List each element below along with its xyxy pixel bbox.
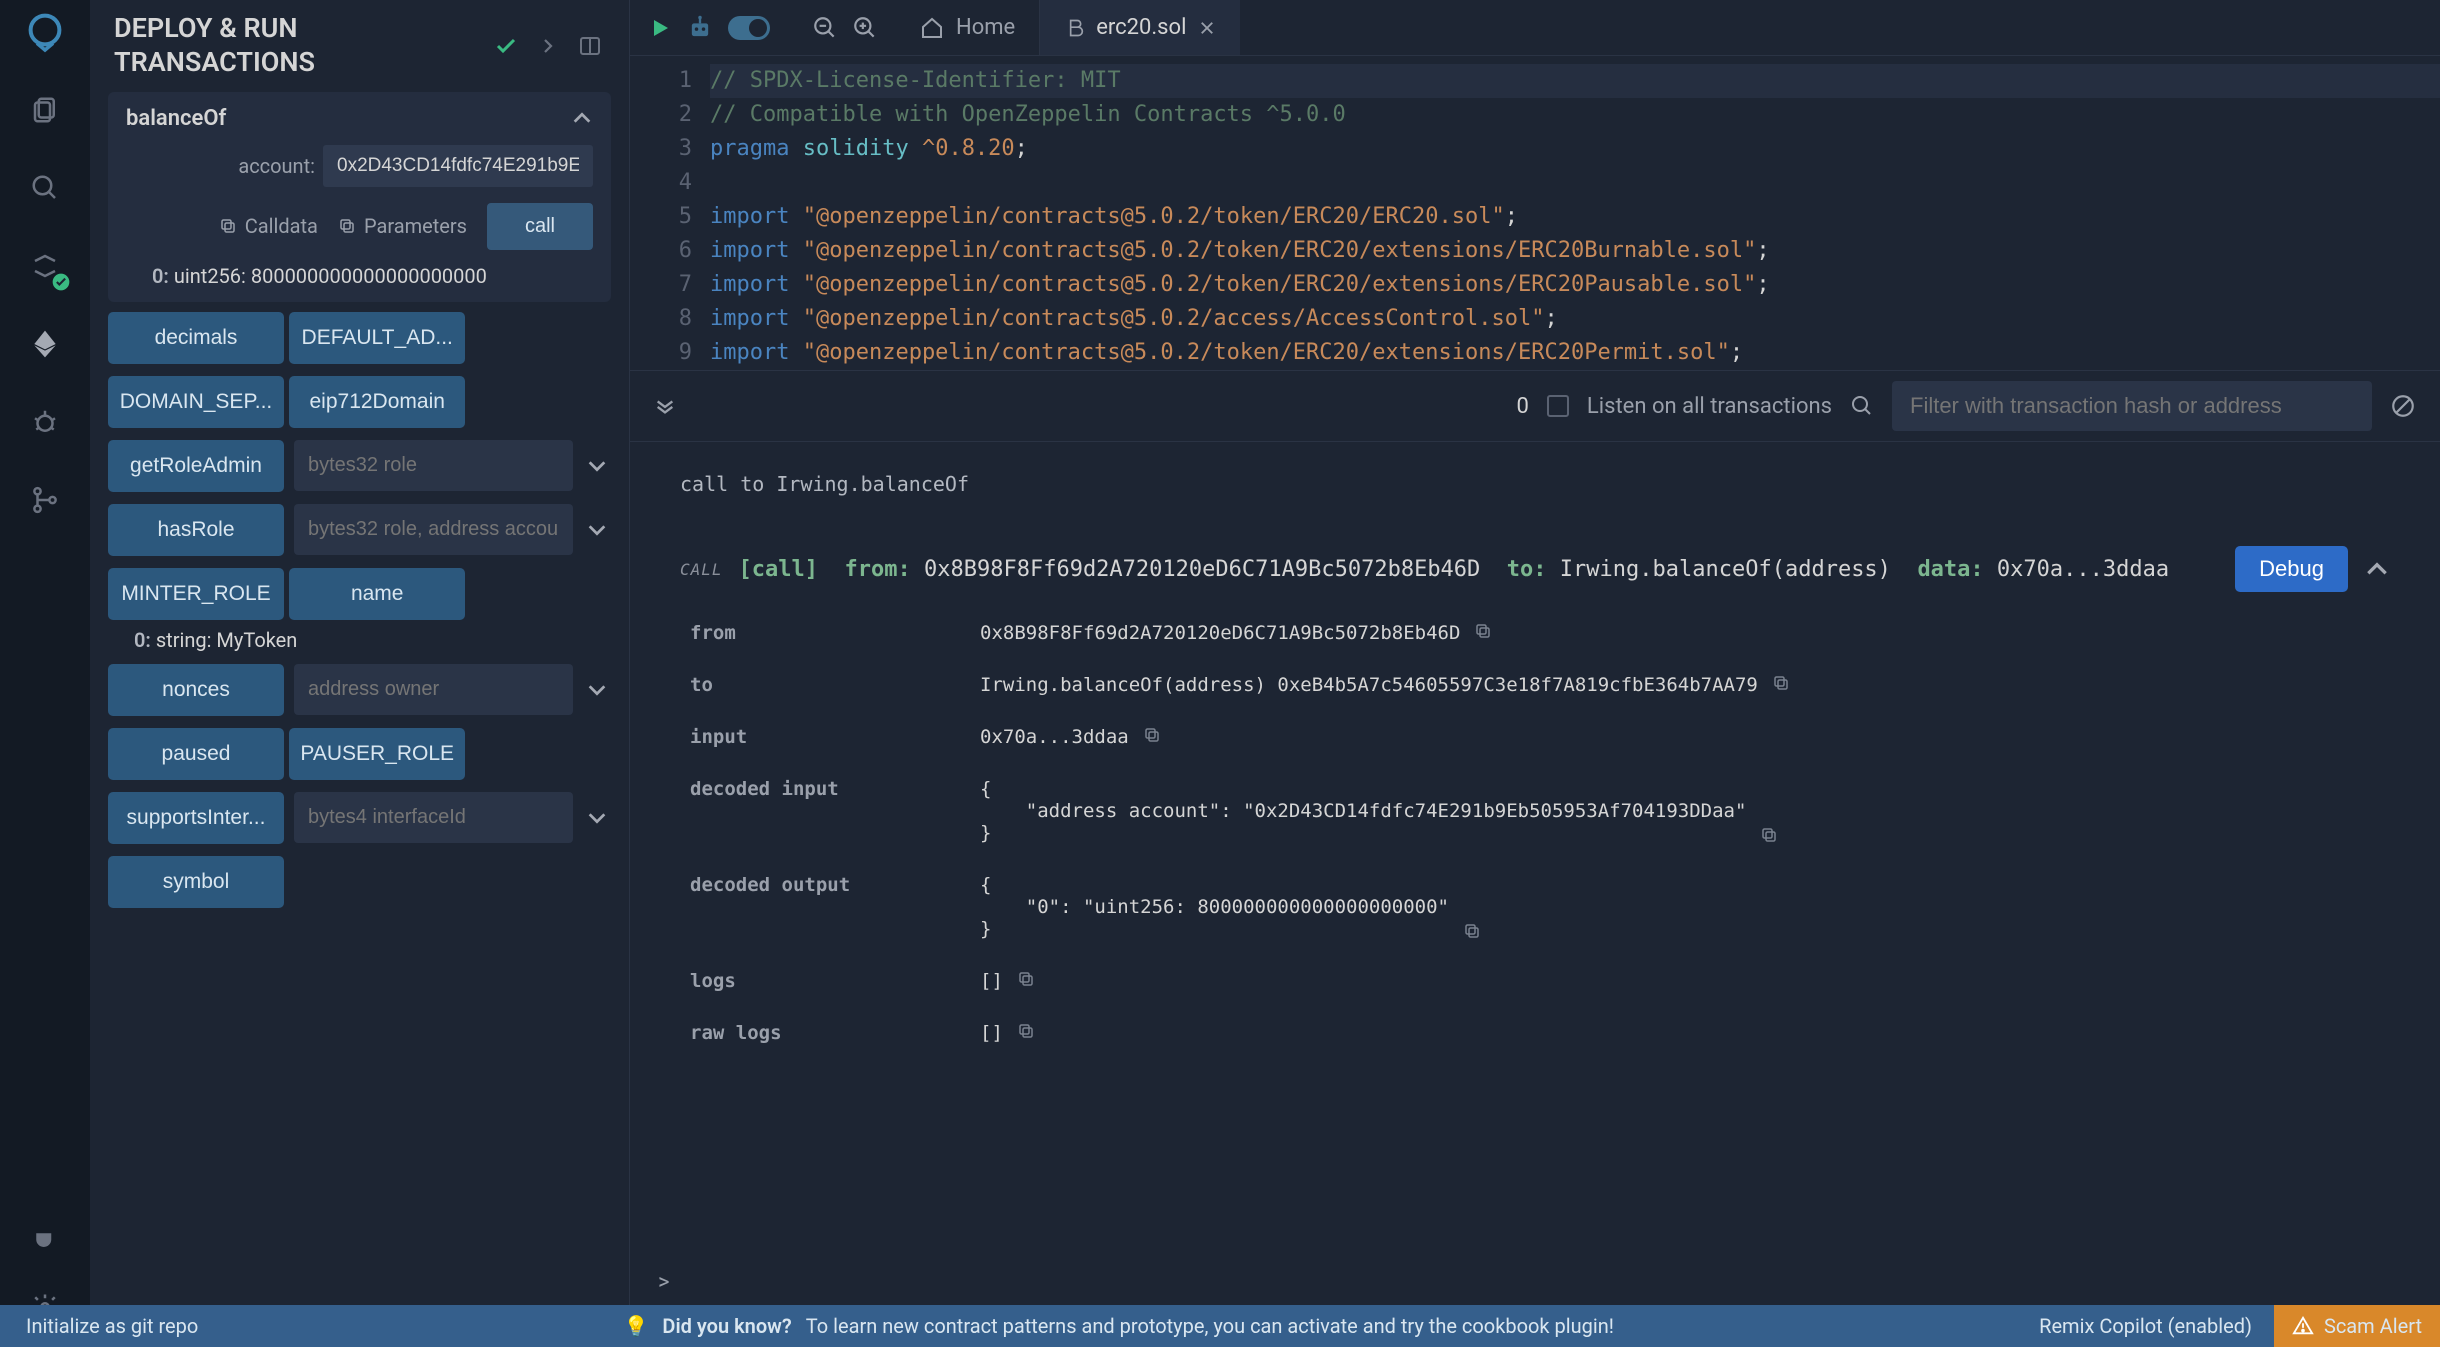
terminal-body[interactable]: call to Irwing.balanceOf CALL [call] fro…: [630, 442, 2440, 1270]
tx-collapse-icon[interactable]: [2364, 556, 2390, 582]
files-icon[interactable]: [25, 90, 65, 130]
editor-toolbar: Home erc20.sol: [630, 0, 2440, 56]
tx-details: from0x8B98F8Ff69d2A720120eD6C71A9Bc5072b…: [690, 622, 2390, 1044]
tab-home[interactable]: Home: [896, 0, 1040, 55]
fn-default-admin[interactable]: DEFAULT_AD...: [289, 312, 465, 364]
terminal-search-icon[interactable]: [1850, 394, 1874, 418]
fn-pauser-role[interactable]: PAUSER_ROLE: [289, 728, 465, 780]
tip-text: To learn new contract patterns and proto…: [806, 1314, 1614, 1338]
fn-balanceof-title: balanceOf: [126, 106, 226, 131]
git-init-button[interactable]: Initialize as git repo: [26, 1314, 198, 1338]
fn-hasrole-input[interactable]: [294, 504, 573, 555]
panel-chevron-icon[interactable]: [533, 31, 563, 61]
fn-minter-role[interactable]: MINTER_ROLE: [108, 568, 284, 620]
copy-icon[interactable]: [1760, 826, 1778, 844]
panel-header: DEPLOY & RUN TRANSACTIONS: [90, 0, 629, 92]
call-badge: CALL: [680, 560, 723, 579]
fn-eip712domain[interactable]: eip712Domain: [289, 376, 465, 428]
copy-icon[interactable]: [1463, 922, 1481, 940]
copy-icon[interactable]: [1017, 970, 1035, 988]
scam-alert-button[interactable]: Scam Alert: [2274, 1305, 2440, 1347]
debugger-icon[interactable]: [25, 402, 65, 442]
deploy-panel: DEPLOY & RUN TRANSACTIONS balanceOf acco…: [90, 0, 630, 1347]
play-icon[interactable]: [648, 16, 672, 40]
copilot-status[interactable]: Remix Copilot (enabled): [2039, 1314, 2252, 1338]
fn-paused[interactable]: paused: [108, 728, 284, 780]
fn-nonces[interactable]: nonces: [108, 664, 284, 716]
git-icon[interactable]: [25, 480, 65, 520]
terminal-filter-input[interactable]: [1892, 381, 2372, 431]
collapse-terminal-icon[interactable]: [654, 395, 676, 417]
param-account-label: account:: [126, 154, 315, 178]
tx-summary: [call] from: 0x8B98F8Ff69d2A720120eD6C71…: [739, 557, 2170, 582]
terminal-bar: 0 Listen on all transactions: [630, 370, 2440, 442]
copy-calldata-button[interactable]: Calldata: [219, 214, 318, 238]
zoom-in-icon[interactable]: [852, 15, 878, 41]
expand-icon[interactable]: [583, 679, 611, 701]
status-bar: Initialize as git repo 💡 Did you know? T…: [0, 1305, 2440, 1347]
terminal-prompt[interactable]: >: [630, 1270, 2440, 1305]
fn-name[interactable]: name: [289, 568, 465, 620]
param-account-input[interactable]: [323, 145, 593, 187]
compiler-icon[interactable]: [25, 246, 65, 286]
zoom-out-icon[interactable]: [812, 15, 838, 41]
search-icon[interactable]: [25, 168, 65, 208]
fn-domain-separator[interactable]: DOMAIN_SEP...: [108, 376, 284, 428]
code-editor[interactable]: 123456789 // SPDX-License-Identifier: MI…: [630, 56, 2440, 370]
panel-layout-icon[interactable]: [575, 31, 605, 61]
call-button[interactable]: call: [487, 203, 593, 250]
panel-title: DEPLOY & RUN TRANSACTIONS: [114, 12, 479, 80]
debug-button[interactable]: Debug: [2235, 546, 2348, 592]
line-gutter: 123456789: [630, 64, 710, 370]
copy-icon[interactable]: [1772, 674, 1790, 692]
status-ok-icon: [491, 31, 521, 61]
remix-logo-icon[interactable]: [25, 12, 65, 52]
fn-decimals[interactable]: decimals: [108, 312, 284, 364]
plugin-icon[interactable]: [25, 1217, 65, 1257]
expand-icon[interactable]: [583, 807, 611, 829]
main-area: Home erc20.sol 123456789 // SPDX-License…: [630, 0, 2440, 1347]
did-you-know-label: Did you know?: [662, 1314, 791, 1338]
copy-parameters-button[interactable]: Parameters: [338, 214, 467, 238]
robot-icon[interactable]: [686, 14, 714, 42]
listen-checkbox[interactable]: [1547, 395, 1569, 417]
clear-terminal-icon[interactable]: [2390, 393, 2416, 419]
fn-supportsinterface[interactable]: supportsInter...: [108, 792, 284, 844]
fn-nonces-input[interactable]: [294, 664, 573, 715]
collapse-icon[interactable]: [571, 107, 593, 129]
deploy-icon[interactable]: [25, 324, 65, 364]
icon-sidebar: [0, 0, 90, 1347]
balanceof-result: 0: uint256: 800000000000000000000: [126, 264, 593, 288]
tx-header: CALL [call] from: 0x8B98F8Ff69d2A720120e…: [680, 546, 2390, 592]
toggle-switch[interactable]: [728, 16, 770, 40]
expand-icon[interactable]: [583, 455, 611, 477]
fn-getroleadmin[interactable]: getRoleAdmin: [108, 440, 284, 492]
fn-getroleadmin-input[interactable]: [294, 440, 573, 491]
copy-icon[interactable]: [1143, 726, 1161, 744]
name-result: 0: string: MyToken: [108, 628, 611, 652]
fn-symbol[interactable]: symbol: [108, 856, 284, 908]
bulb-icon: 💡: [624, 1314, 649, 1338]
close-tab-icon[interactable]: [1198, 19, 1216, 37]
fn-balanceof-card: balanceOf account: Calldata: [108, 92, 611, 302]
fn-hasrole[interactable]: hasRole: [108, 504, 284, 556]
call-line: call to Irwing.balanceOf: [680, 472, 2390, 496]
expand-icon[interactable]: [583, 519, 611, 541]
listen-label: Listen on all transactions: [1587, 394, 1832, 419]
tab-erc20[interactable]: erc20.sol: [1040, 0, 1240, 55]
copy-icon[interactable]: [1017, 1022, 1035, 1040]
fn-supportsinterface-input[interactable]: [294, 792, 573, 843]
tx-count: 0: [1517, 394, 1529, 419]
copy-icon[interactable]: [1474, 622, 1492, 640]
